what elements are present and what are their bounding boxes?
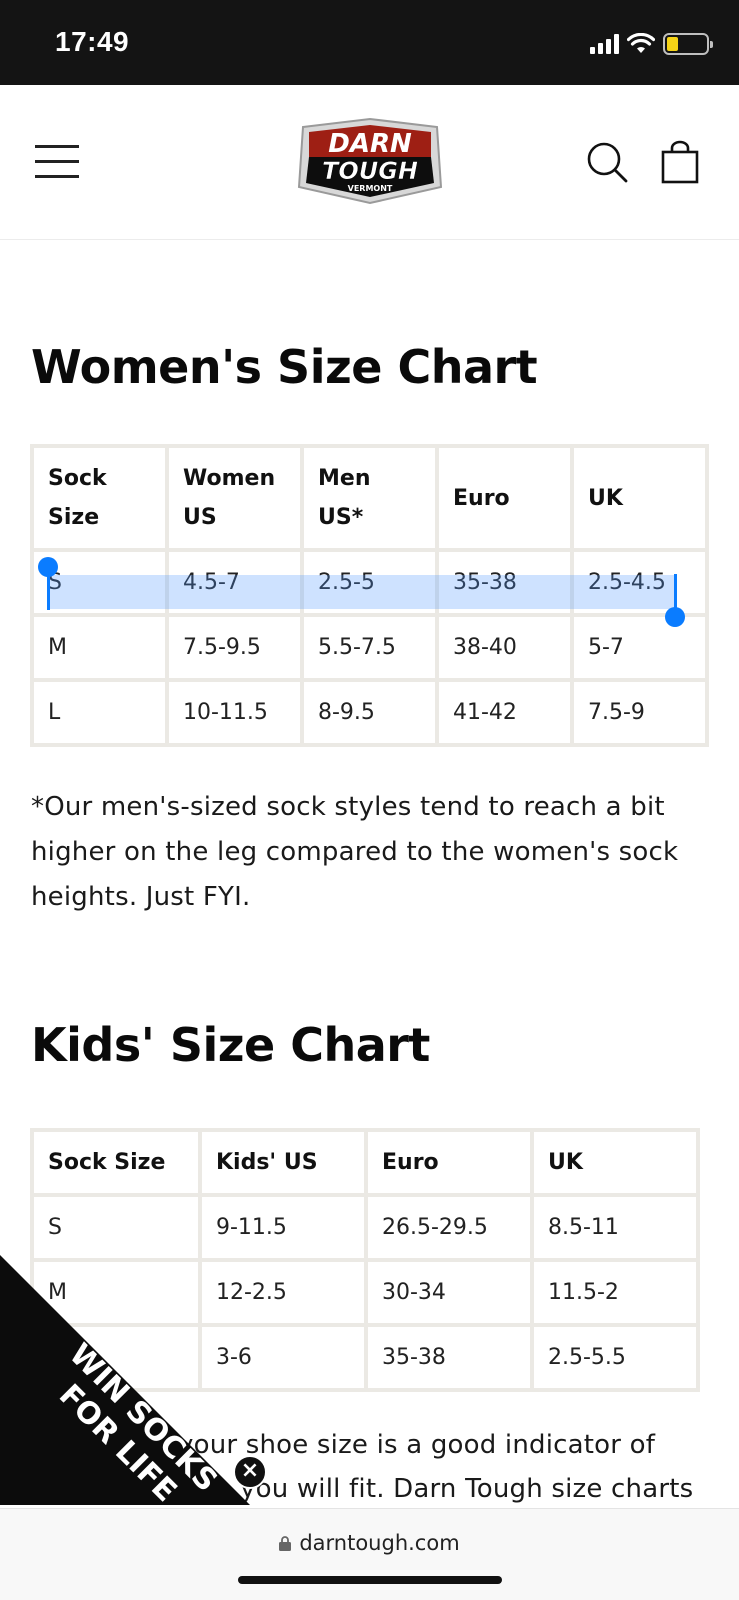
- table-row: L 10-11.5 8-9.5 41-42 7.5-9: [34, 682, 705, 743]
- table-cell: 7.5-9: [574, 682, 705, 743]
- table-cell: 2.5-5.5: [534, 1327, 696, 1388]
- table-header-cell: Sock Size: [34, 1132, 198, 1193]
- cellular-signal-icon: [590, 34, 619, 54]
- table-cell: 8.5-11: [534, 1197, 696, 1258]
- home-indicator[interactable]: [238, 1576, 502, 1584]
- close-icon[interactable]: ×: [233, 1455, 267, 1489]
- table-row: M 7.5-9.5 5.5-7.5 38-40 5-7: [34, 617, 705, 678]
- mens-sock-height-note: *Our men's-sized sock styles tend to rea…: [31, 792, 679, 912]
- selection-end-handle[interactable]: [665, 607, 685, 627]
- win-socks-promo-ribbon[interactable]: WIN SOCKS FOR LIFE: [0, 1255, 260, 1505]
- table-header-cell: Sock Size: [34, 448, 165, 548]
- table-header-cell: Euro: [368, 1132, 530, 1193]
- table-cell: 7.5-9.5: [169, 617, 300, 678]
- table-cell: 10-11.5: [169, 682, 300, 743]
- text-selection-highlight[interactable]: [47, 575, 675, 609]
- womens-size-chart-title: Women's Size Chart: [31, 340, 538, 394]
- status-bar: 17:49: [0, 0, 739, 85]
- kids-note-line-2: you will fit. Darn Tough size charts: [240, 1474, 694, 1504]
- table-cell: 38-40: [439, 617, 570, 678]
- table-cell: 9-11.5: [202, 1197, 364, 1258]
- table-cell: 41-42: [439, 682, 570, 743]
- shopping-bag-icon[interactable]: [660, 140, 700, 184]
- table-cell: 8-9.5: [304, 682, 435, 743]
- status-time: 17:49: [55, 26, 130, 57]
- table-cell: 35-38: [368, 1327, 530, 1388]
- svg-text:TOUGH: TOUGH: [322, 157, 418, 185]
- wifi-icon: [627, 33, 655, 53]
- browser-url-bar[interactable]: darntough.com: [0, 1508, 739, 1600]
- table-cell: M: [34, 617, 165, 678]
- kids-size-chart-title: Kids' Size Chart: [31, 1018, 430, 1072]
- table-header-cell: Men US*: [304, 448, 435, 548]
- url-text: darntough.com: [299, 1531, 460, 1555]
- table-header-row: Sock Size Women US Men US* Euro UK: [34, 448, 705, 548]
- selection-start-caret: [47, 570, 50, 610]
- table-cell: 5.5-7.5: [304, 617, 435, 678]
- table-header-cell: Euro: [439, 448, 570, 548]
- lock-icon: [279, 1536, 292, 1551]
- table-header-cell: Women US: [169, 448, 300, 548]
- table-header-row: Sock Size Kids' US Euro UK: [34, 1132, 696, 1193]
- hamburger-menu-icon[interactable]: [35, 145, 80, 179]
- battery-icon: [663, 33, 713, 55]
- svg-text:DARN: DARN: [328, 129, 412, 159]
- table-cell: 30-34: [368, 1262, 530, 1323]
- table-header-cell: Kids' US: [202, 1132, 364, 1193]
- table-header-cell: UK: [534, 1132, 696, 1193]
- search-icon[interactable]: [585, 140, 629, 184]
- site-header: DARN TOUGH VERMONT: [0, 85, 739, 240]
- table-cell: 11.5-2: [534, 1262, 696, 1323]
- status-icons: [590, 30, 713, 58]
- table-cell: S: [34, 1197, 198, 1258]
- table-cell: 5-7: [574, 617, 705, 678]
- darn-tough-logo[interactable]: DARN TOUGH VERMONT: [295, 117, 445, 207]
- table-cell: L: [34, 682, 165, 743]
- table-row: S 9-11.5 26.5-29.5 8.5-11: [34, 1197, 696, 1258]
- svg-text:VERMONT: VERMONT: [348, 184, 393, 193]
- table-header-cell: UK: [574, 448, 705, 548]
- table-cell: 26.5-29.5: [368, 1197, 530, 1258]
